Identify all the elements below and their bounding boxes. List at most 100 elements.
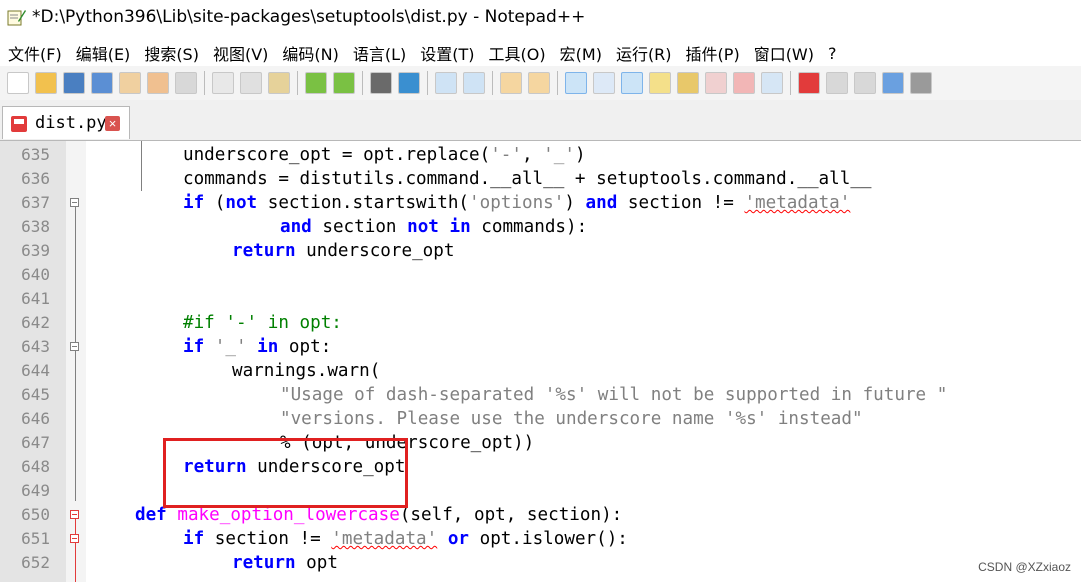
line-number: 637 <box>21 193 50 212</box>
menu-view[interactable]: 视图(V) <box>213 41 268 65</box>
folder-workspace-icon[interactable] <box>733 72 755 94</box>
menu-window[interactable]: 窗口(W) <box>754 41 814 65</box>
run-macro-multiple-icon[interactable] <box>882 72 904 94</box>
line-number: 643 <box>21 337 50 356</box>
close-file-icon[interactable] <box>119 72 141 94</box>
toolbar-separator <box>427 71 428 95</box>
line-number: 648 <box>21 457 50 476</box>
toolbar-separator <box>204 71 205 95</box>
tab-bar: dist.py × <box>0 100 1081 141</box>
code-line-638: and section not in commands): <box>280 217 588 237</box>
replace-icon[interactable] <box>398 72 420 94</box>
line-number: 635 <box>21 145 50 164</box>
code-line-635: underscore_opt = opt.replace('-', '_') <box>183 145 586 165</box>
paste-icon[interactable] <box>268 72 290 94</box>
save-icon[interactable] <box>63 72 85 94</box>
line-number: 649 <box>21 481 50 500</box>
fold-guide <box>141 141 142 191</box>
save-macro-icon[interactable] <box>910 72 932 94</box>
toolbar <box>0 66 1081 100</box>
function-list-icon[interactable] <box>705 72 727 94</box>
copy-icon[interactable] <box>240 72 262 94</box>
code-line-645: "Usage of dash-separated '%s' will not b… <box>280 385 948 405</box>
stop-macro-icon[interactable] <box>826 72 848 94</box>
doc-map-icon[interactable] <box>677 72 699 94</box>
line-number: 645 <box>21 385 50 404</box>
line-number: 647 <box>21 433 50 452</box>
udl-icon[interactable] <box>649 72 671 94</box>
menu-plugins[interactable]: 插件(P) <box>686 41 740 65</box>
menu-edit[interactable]: 编辑(E) <box>76 41 131 65</box>
zoom-in-icon[interactable] <box>435 72 457 94</box>
line-number: 640 <box>21 265 50 284</box>
line-number-gutter: 635 636 637 638 639 640 641 642 643 644 … <box>0 141 66 582</box>
menu-file[interactable]: 文件(F) <box>8 41 62 65</box>
sync-horizontal-icon[interactable] <box>528 72 550 94</box>
code-line-637: if (not section.startswith('options') an… <box>183 193 851 213</box>
line-number: 651 <box>21 529 50 548</box>
close-tab-icon[interactable]: × <box>105 116 120 131</box>
menu-help[interactable]: ? <box>828 44 837 63</box>
menu-encoding[interactable]: 编码(N) <box>282 41 338 65</box>
code-line-644: warnings.warn( <box>232 361 381 381</box>
tab-dist-py[interactable]: dist.py × <box>2 106 130 139</box>
line-number: 641 <box>21 289 50 308</box>
line-number: 652 <box>21 553 50 572</box>
menu-run[interactable]: 运行(R) <box>616 41 672 65</box>
word-wrap-icon[interactable] <box>565 72 587 94</box>
tab-label: dist.py <box>35 113 107 133</box>
print-icon[interactable] <box>175 72 197 94</box>
fold-toggle-icon[interactable] <box>70 198 79 207</box>
code-editor[interactable]: 635 636 637 638 639 640 641 642 643 644 … <box>0 141 1081 582</box>
code-line-646: "versions. Please use the underscore nam… <box>280 409 863 429</box>
line-number: 636 <box>21 169 50 188</box>
menu-macro[interactable]: 宏(M) <box>560 41 602 65</box>
toolbar-separator <box>297 71 298 95</box>
menu-tools[interactable]: 工具(O) <box>489 41 546 65</box>
undo-icon[interactable] <box>305 72 327 94</box>
fold-guide <box>75 519 76 582</box>
line-number: 650 <box>21 505 50 524</box>
open-file-icon[interactable] <box>35 72 57 94</box>
line-number: 639 <box>21 241 50 260</box>
show-all-chars-icon[interactable] <box>593 72 615 94</box>
monitoring-icon[interactable] <box>761 72 783 94</box>
line-number: 642 <box>21 313 50 332</box>
line-number: 638 <box>21 217 50 236</box>
fold-margin <box>66 141 142 582</box>
toolbar-separator <box>557 71 558 95</box>
new-file-icon[interactable] <box>7 72 29 94</box>
code-line-652: return opt <box>232 553 338 573</box>
code-line-643: if '_' in opt: <box>183 337 332 357</box>
play-macro-icon[interactable] <box>854 72 876 94</box>
close-all-icon[interactable] <box>147 72 169 94</box>
annotation-highlight-box <box>163 438 408 508</box>
code-line-642: #if '-' in opt: <box>183 313 342 333</box>
find-icon[interactable] <box>370 72 392 94</box>
record-macro-icon[interactable] <box>798 72 820 94</box>
sync-vertical-icon[interactable] <box>500 72 522 94</box>
unsaved-file-icon <box>11 116 27 132</box>
window-title: *D:\Python396\Lib\site-packages\setuptoo… <box>32 7 586 27</box>
notepadpp-app-icon <box>7 10 26 26</box>
cut-icon[interactable] <box>212 72 234 94</box>
zoom-out-icon[interactable] <box>463 72 485 94</box>
code-line-639: return underscore_opt <box>232 241 455 261</box>
title-bar: *D:\Python396\Lib\site-packages\setuptoo… <box>0 0 1081 36</box>
fold-toggle-icon[interactable] <box>70 510 79 519</box>
line-number: 646 <box>21 409 50 428</box>
line-number: 644 <box>21 361 50 380</box>
code-line-651: if section != 'metadata' or opt.islower(… <box>183 529 628 549</box>
menu-language[interactable]: 语言(L) <box>353 41 406 65</box>
toolbar-separator <box>492 71 493 95</box>
menu-search[interactable]: 搜索(S) <box>144 41 199 65</box>
save-all-icon[interactable] <box>91 72 113 94</box>
toolbar-separator <box>362 71 363 95</box>
indent-guide-icon[interactable] <box>621 72 643 94</box>
fold-guide <box>75 351 76 501</box>
code-line-636: commands = distutils.command.__all__ + s… <box>183 169 872 189</box>
fold-toggle-icon[interactable] <box>70 342 79 351</box>
menu-settings[interactable]: 设置(T) <box>420 41 474 65</box>
redo-icon[interactable] <box>333 72 355 94</box>
fold-toggle-icon[interactable] <box>70 534 79 543</box>
